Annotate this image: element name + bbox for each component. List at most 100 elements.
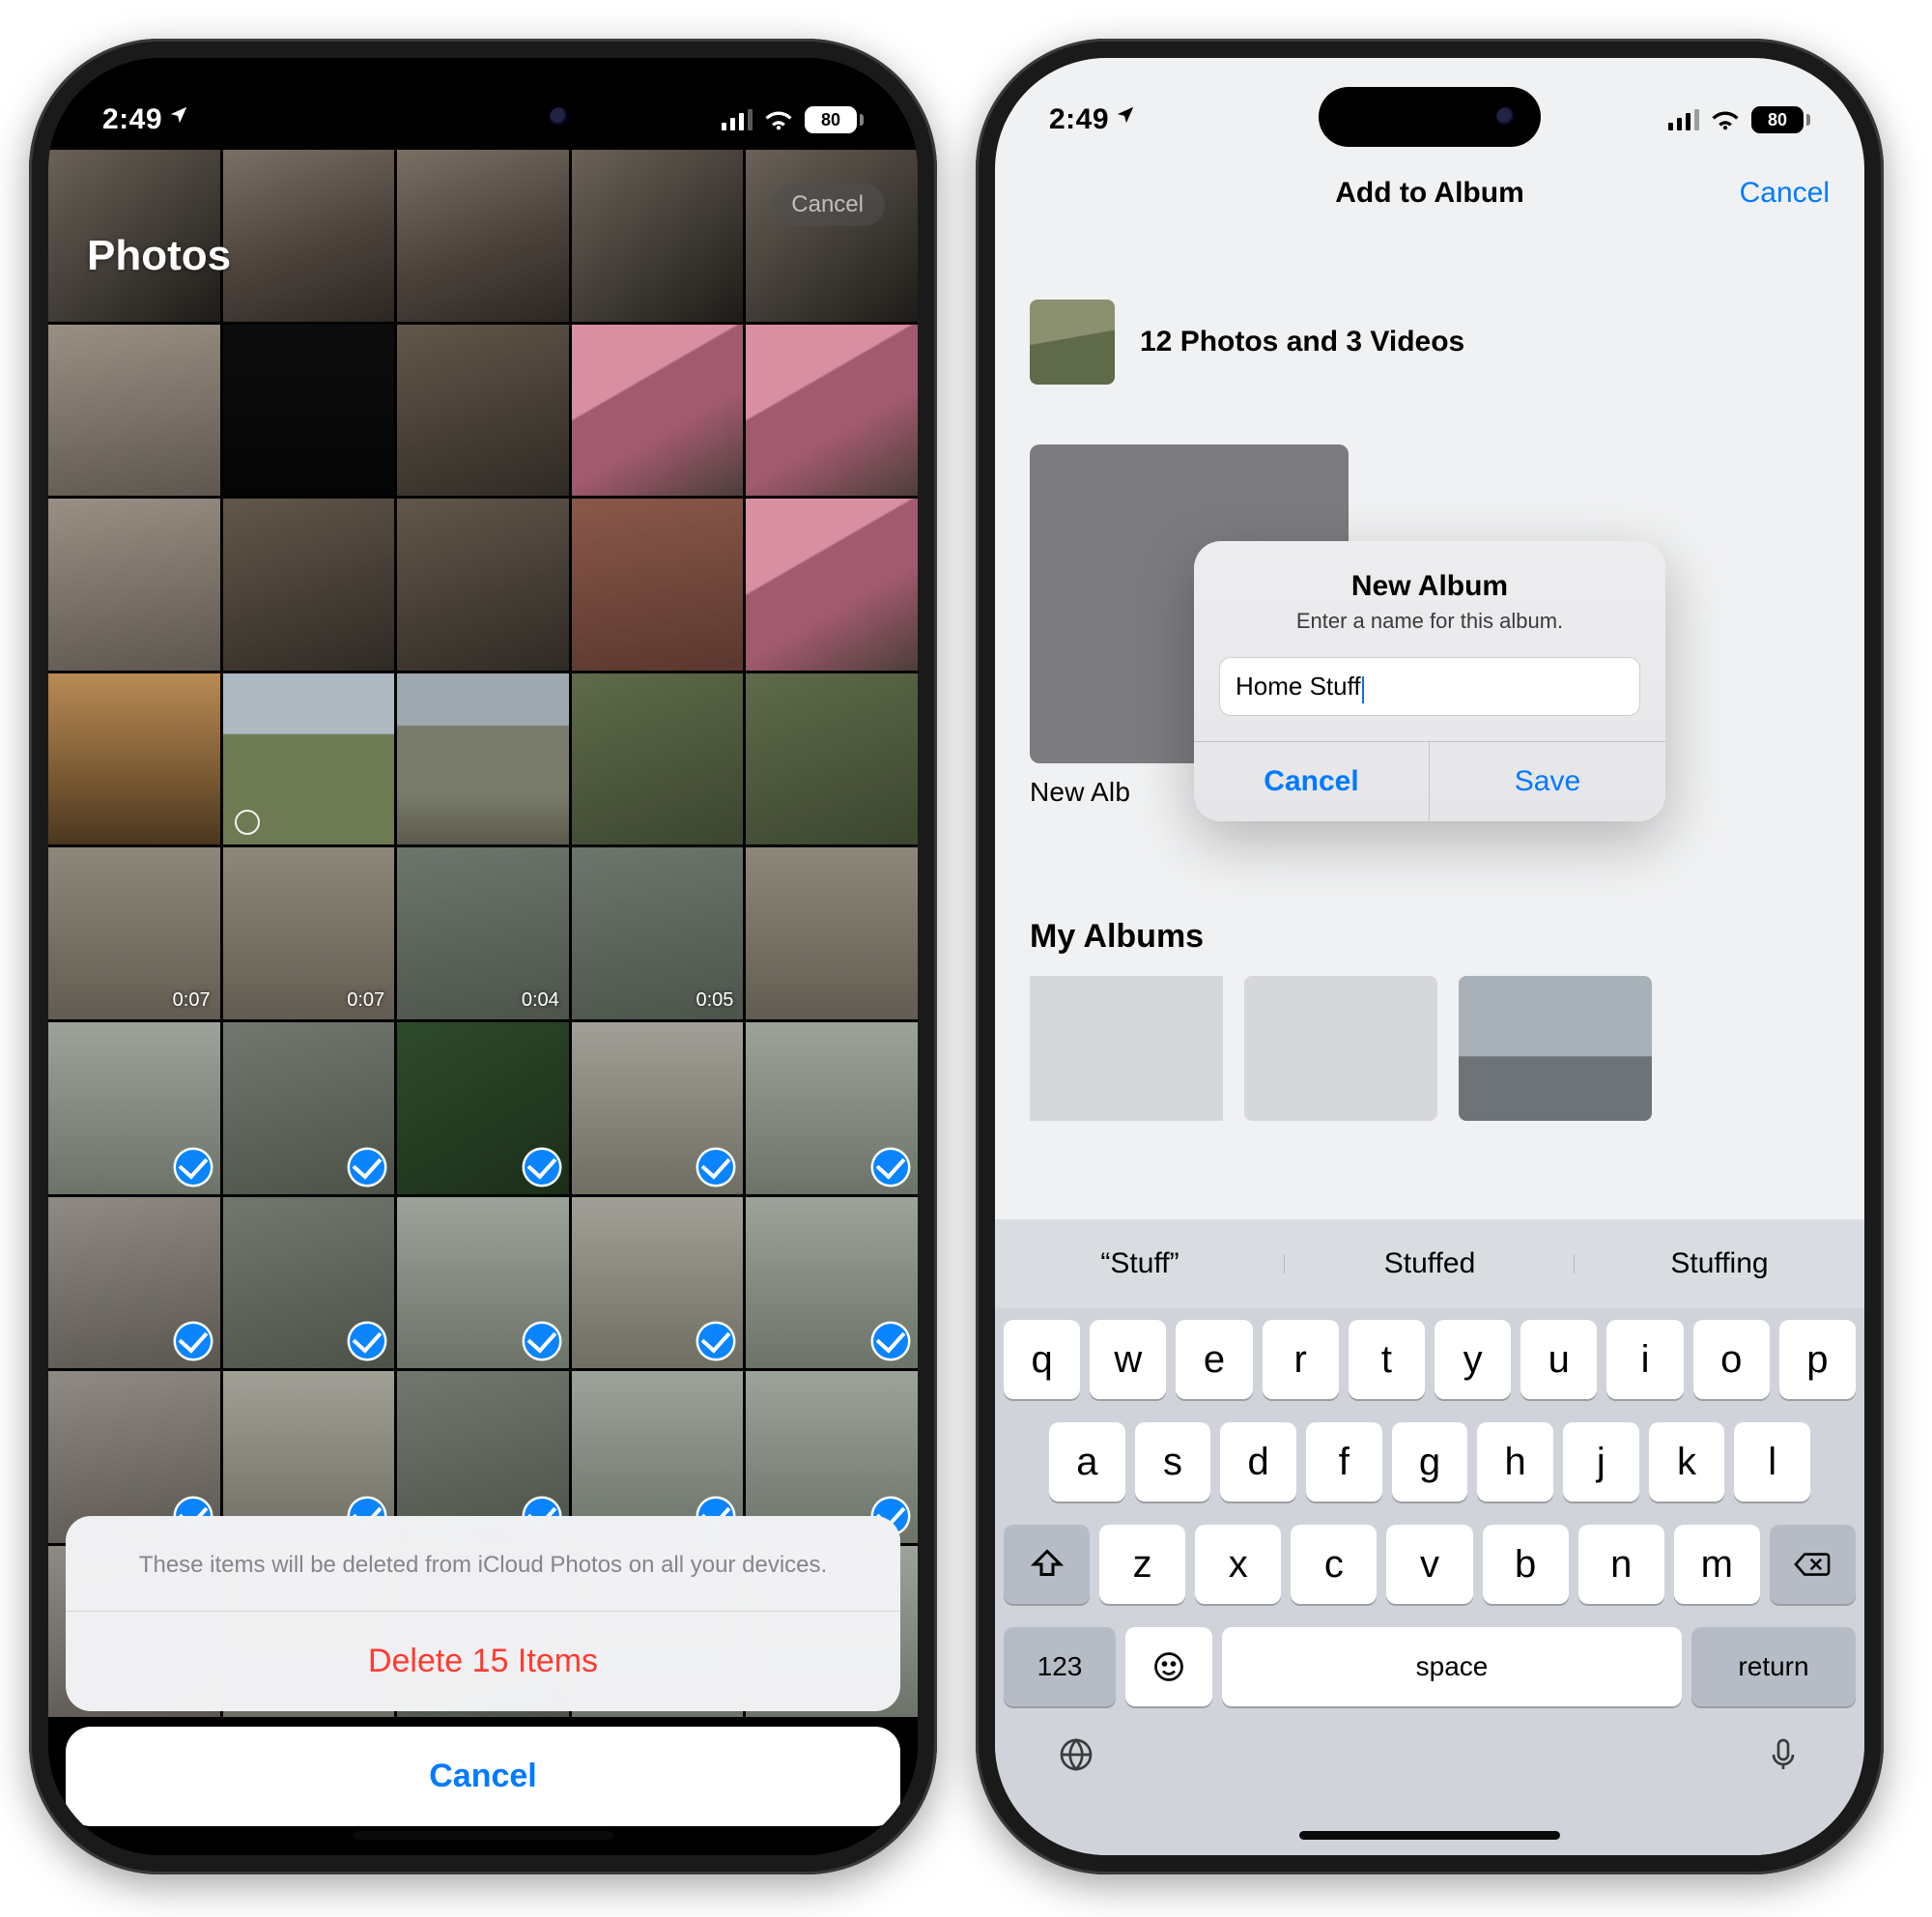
key-z[interactable]: z [1099,1525,1185,1604]
key-k[interactable]: k [1649,1422,1725,1502]
key-m[interactable]: m [1674,1525,1760,1604]
photo-thumb-selected[interactable] [223,1022,395,1194]
photo-thumb[interactable] [223,499,395,671]
photo-thumb[interactable] [746,150,918,322]
album-name-input[interactable]: Home Stuff [1219,657,1640,716]
backspace-key[interactable] [1770,1525,1856,1604]
video-duration: 0:04 [522,989,559,1012]
photo-thumb[interactable] [223,673,395,845]
shift-key[interactable] [1004,1525,1090,1604]
text-cursor [1362,676,1365,703]
photo-thumb-selected[interactable] [572,1022,744,1194]
home-indicator[interactable] [353,1831,613,1840]
nav-title: Add to Album [995,177,1864,210]
photo-thumb-selected[interactable] [572,1197,744,1369]
video-thumb[interactable]: 0:04 [397,847,569,1019]
wifi-icon [1711,109,1740,130]
numbers-key[interactable]: 123 [1004,1627,1116,1706]
photo-thumb[interactable] [746,325,918,497]
photo-thumb-selected[interactable] [48,1022,220,1194]
key-h[interactable]: h [1477,1422,1553,1502]
keyboard[interactable]: “Stuff” Stuffed Stuffing q w e r t y u i… [995,1219,1864,1855]
album-tile[interactable] [1030,976,1223,1121]
video-thumb[interactable]: 0:07 [223,847,395,1019]
photo-thumb[interactable] [223,150,395,322]
key-q[interactable]: q [1004,1320,1080,1399]
video-thumb[interactable]: 0:07 [48,847,220,1019]
sheet-cancel-button[interactable]: Cancel [66,1727,900,1826]
key-e[interactable]: e [1176,1320,1252,1399]
delete-action-sheet: These items will be deleted from iCloud … [66,1516,900,1826]
video-duration: 0:07 [347,989,384,1012]
photo-thumb[interactable] [572,673,744,845]
emoji-key[interactable] [1125,1627,1212,1706]
key-r[interactable]: r [1263,1320,1339,1399]
battery-indicator: 80 [1751,106,1810,133]
key-g[interactable]: g [1392,1422,1468,1502]
photo-thumb[interactable] [397,673,569,845]
key-w[interactable]: w [1090,1320,1166,1399]
key-y[interactable]: y [1435,1320,1511,1399]
photo-thumb[interactable] [223,325,395,497]
key-j[interactable]: j [1563,1422,1639,1502]
selection-summary: 12 Photos and 3 Videos [1030,300,1830,385]
key-d[interactable]: d [1220,1422,1296,1502]
photo-thumb-selected[interactable] [48,1197,220,1369]
prediction[interactable]: Stuffed [1285,1247,1575,1280]
key-b[interactable]: b [1483,1525,1569,1604]
home-indicator[interactable] [1299,1831,1560,1840]
prediction[interactable]: Stuffing [1575,1247,1864,1280]
photos-app: 2:49 80 Photos Cancel [48,58,918,1855]
photo-thumb[interactable] [48,499,220,671]
my-albums-row[interactable] [1030,976,1864,1121]
dialog-cancel-button[interactable]: Cancel [1194,742,1430,821]
selection-cancel-button[interactable]: Cancel [770,184,885,226]
globe-icon[interactable] [1053,1731,1099,1778]
album-name-value: Home Stuff [1236,672,1361,701]
key-f[interactable]: f [1306,1422,1382,1502]
new-album-dialog: New Album Enter a name for this album. H… [1194,541,1665,821]
key-p[interactable]: p [1779,1320,1856,1399]
photo-thumb[interactable] [48,673,220,845]
key-o[interactable]: o [1693,1320,1770,1399]
key-c[interactable]: c [1291,1525,1377,1604]
mic-icon[interactable] [1760,1731,1806,1778]
photo-thumb[interactable] [48,325,220,497]
key-v[interactable]: v [1386,1525,1472,1604]
video-duration: 0:07 [173,989,211,1012]
photo-thumb[interactable] [397,150,569,322]
key-t[interactable]: t [1349,1320,1425,1399]
iphone-frame-right: 2:49 80 Add to Album [976,39,1884,1874]
photo-thumb-selected[interactable] [746,1022,918,1194]
key-i[interactable]: i [1606,1320,1683,1399]
dynamic-island [372,87,594,147]
photo-thumb[interactable] [397,499,569,671]
key-x[interactable]: x [1195,1525,1281,1604]
photo-thumb[interactable] [746,847,918,1019]
photo-thumb-selected[interactable] [397,1197,569,1369]
key-u[interactable]: u [1520,1320,1597,1399]
space-key[interactable]: space [1222,1627,1682,1706]
video-thumb[interactable]: 0:05 [572,847,744,1019]
photo-thumb[interactable] [572,150,744,322]
delete-items-button[interactable]: Delete 15 Items [66,1612,900,1711]
prediction[interactable]: “Stuff” [995,1247,1285,1280]
album-tile[interactable] [1244,976,1437,1121]
photo-thumb-selected[interactable] [746,1197,918,1369]
photo-grid[interactable]: 0:07 0:07 0:04 0:05 [48,150,918,1717]
key-n[interactable]: n [1578,1525,1664,1604]
key-l[interactable]: l [1734,1422,1810,1502]
key-s[interactable]: s [1135,1422,1211,1502]
photo-thumb[interactable] [746,499,918,671]
photo-thumb-selected[interactable] [223,1197,395,1369]
photo-thumb[interactable] [746,673,918,845]
return-key[interactable]: return [1691,1627,1856,1706]
screen-right: 2:49 80 Add to Album [995,58,1864,1855]
photo-thumb-selected[interactable] [397,1022,569,1194]
album-tile[interactable] [1459,976,1652,1121]
photo-thumb[interactable] [397,325,569,497]
photo-thumb[interactable] [572,499,744,671]
photo-thumb[interactable] [572,325,744,497]
key-a[interactable]: a [1049,1422,1125,1502]
dialog-save-button[interactable]: Save [1430,742,1665,821]
